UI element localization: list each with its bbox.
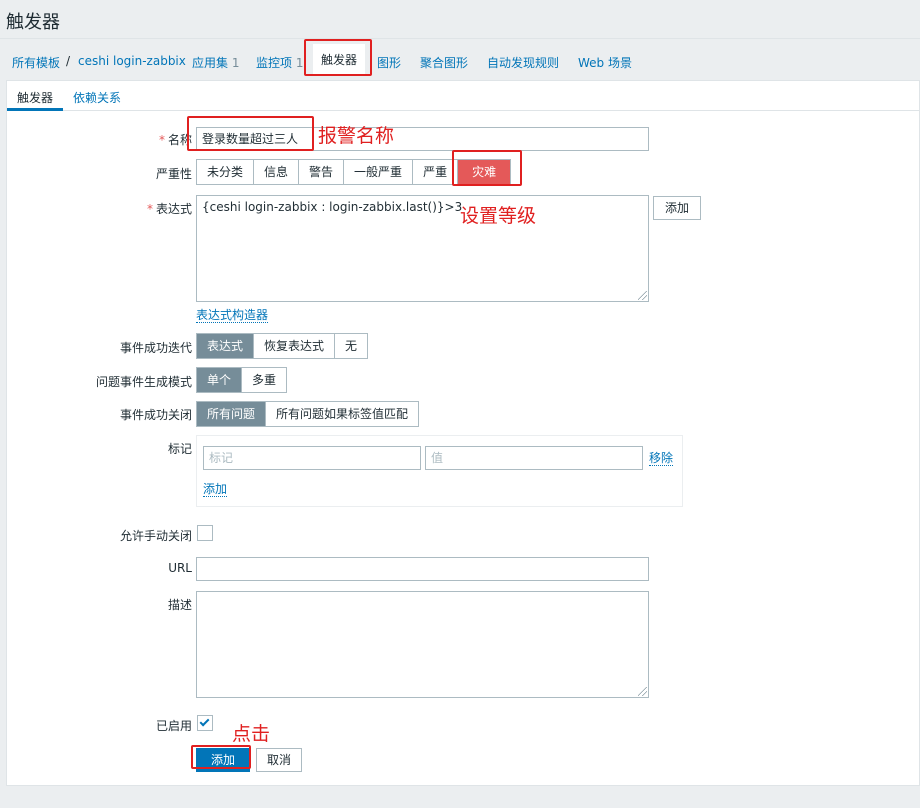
crumb-template[interactable]: ceshi login-zabbix: [78, 54, 186, 68]
severity-average[interactable]: 一般严重: [344, 160, 414, 184]
problem-mode-multiple[interactable]: 多重: [242, 368, 286, 392]
severity-warning[interactable]: 警告: [299, 160, 345, 184]
url-input[interactable]: [196, 557, 649, 581]
required-mark: *: [146, 202, 153, 216]
crumb-items-count: 1: [295, 56, 304, 70]
url-label: URL: [168, 561, 192, 575]
expression-textarea[interactable]: {ceshi login-zabbix : login-zabbix.last(…: [196, 195, 649, 302]
expression-builder-link[interactable]: 表达式构造器: [196, 308, 269, 323]
crumb-web[interactable]: Web 场景: [578, 54, 632, 71]
crumb-discovery[interactable]: 自动发现规则: [487, 54, 559, 71]
tag-add-link[interactable]: 添加: [203, 482, 228, 497]
annotation-box-add-button: [191, 745, 251, 769]
ok-event-expression[interactable]: 表达式: [197, 334, 255, 358]
annotation-box-name: [187, 116, 314, 151]
form-tabs: 触发器 依赖关系: [7, 81, 919, 111]
problem-mode-single[interactable]: 单个: [197, 368, 243, 392]
ok-close-label: 事件成功关闭: [119, 408, 192, 422]
tags-table: 标记 值 移除 添加: [196, 435, 683, 507]
ok-event-none[interactable]: 无: [335, 334, 367, 358]
tags-label: 标记: [167, 442, 192, 456]
crumb-screens[interactable]: 聚合图形: [420, 54, 468, 71]
annotation-severity-note: 设置等级: [460, 205, 537, 227]
description-textarea[interactable]: [196, 591, 649, 698]
cancel-button[interactable]: 取消: [256, 748, 302, 772]
ok-event-selector: 表达式 恢复表达式 无: [196, 333, 369, 359]
expression-label: * 表达式: [147, 200, 192, 217]
tag-name-input[interactable]: 标记: [203, 446, 421, 470]
ok-event-label: 事件成功迭代: [119, 341, 192, 355]
annotation-name-note: 报警名称: [318, 125, 395, 147]
tab-trigger[interactable]: 触发器: [17, 89, 53, 106]
ok-close-selector: 所有问题 所有问题如果标签值匹配: [196, 401, 420, 427]
expression-value: {ceshi login-zabbix : login-zabbix.last(…: [202, 200, 463, 214]
crumb-graphs[interactable]: 图形: [377, 54, 401, 71]
tag-value-input[interactable]: 值: [425, 446, 643, 470]
crumb-items[interactable]: 监控项 1: [256, 54, 303, 71]
manual-close-checkbox[interactable]: [197, 525, 213, 541]
manual-close-label: 允许手动关闭: [119, 529, 192, 543]
ok-close-all-problems[interactable]: 所有问题: [197, 402, 267, 426]
enabled-label: 已启用: [155, 719, 192, 733]
crumb-applications-label: 应用集: [192, 56, 229, 70]
resize-grip-icon[interactable]: [638, 687, 647, 696]
tab-dependencies[interactable]: 依赖关系: [73, 89, 121, 106]
active-tab-indicator: [7, 108, 63, 111]
severity-label: 严重性: [155, 167, 192, 181]
required-mark: *: [158, 133, 165, 147]
resize-grip-icon[interactable]: [638, 291, 647, 300]
ok-event-recovery-expression[interactable]: 恢复表达式: [254, 334, 336, 358]
enabled-checkbox[interactable]: [197, 715, 213, 731]
checkmark-icon: [199, 716, 210, 727]
tag-remove-link[interactable]: 移除: [649, 451, 674, 466]
problem-mode-label: 问题事件生成模式: [95, 375, 192, 389]
severity-information[interactable]: 信息: [254, 160, 300, 184]
ok-close-tag-match[interactable]: 所有问题如果标签值匹配: [266, 402, 418, 426]
crumb-applications[interactable]: 应用集 1: [192, 54, 239, 71]
annotation-box-triggers-tab: [304, 39, 372, 76]
annotation-click-note: 点击: [232, 723, 271, 745]
crumb-applications-count: 1: [231, 56, 240, 70]
expression-add-button[interactable]: 添加: [653, 196, 701, 220]
breadcrumb: 所有模板 / ceshi login-zabbix 应用集 1 监控项 1 图形…: [0, 38, 920, 80]
severity-not-classified[interactable]: 未分类: [197, 160, 255, 184]
crumb-items-label: 监控项: [256, 56, 293, 70]
page-title: 触发器: [6, 12, 60, 33]
expression-label-text: 表达式: [155, 202, 192, 216]
crumb-separator: /: [66, 54, 71, 68]
annotation-box-severity: [452, 150, 522, 186]
crumb-all-templates[interactable]: 所有模板: [12, 54, 60, 71]
problem-mode-selector: 单个 多重: [196, 367, 288, 393]
description-label: 描述: [167, 598, 192, 612]
